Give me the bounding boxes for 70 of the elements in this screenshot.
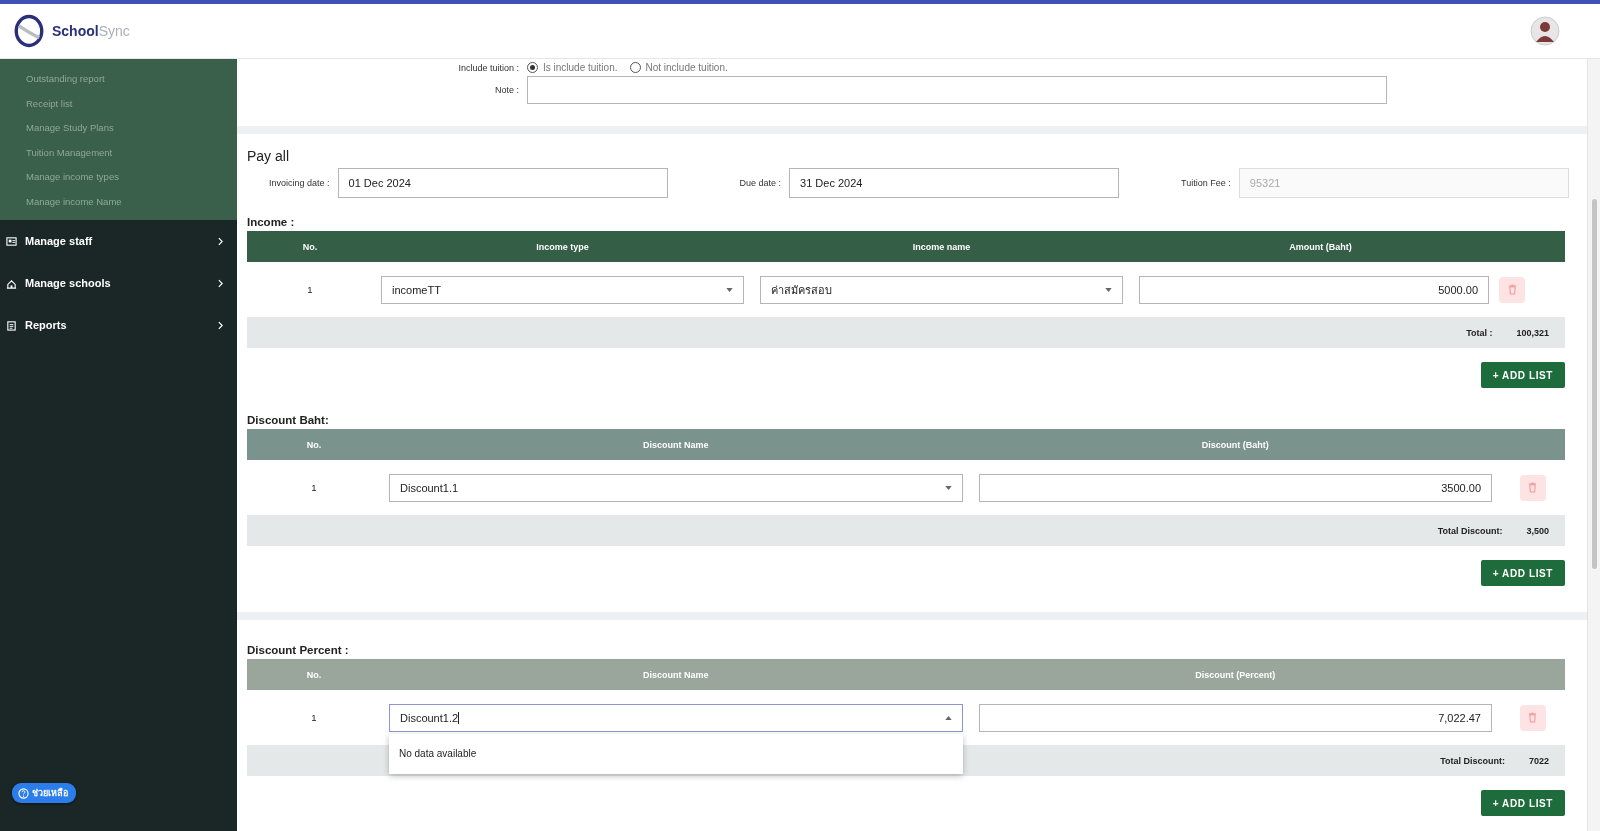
column-header: No. [305, 669, 323, 680]
trash-icon [1528, 712, 1537, 723]
field-label: Invoicing date : [268, 178, 331, 188]
field-label: Tuition Fee : [1180, 178, 1232, 188]
sidebar-item[interactable]: Manage schools [25, 277, 210, 289]
table-cell-text: 1 [310, 712, 318, 723]
table-cell-text: 1 [306, 284, 314, 295]
total-label: Total Discount: [1440, 755, 1505, 766]
chevron-icon [218, 320, 223, 330]
sidebar-item[interactable]: Manage staff [25, 235, 210, 247]
scrollbar[interactable] [1587, 59, 1600, 831]
building-icon [6, 277, 17, 289]
section-title: Income : [247, 216, 296, 228]
radio-label: Is include tuition. [543, 62, 618, 73]
section-title: Discount Baht: [247, 414, 330, 426]
delete-button[interactable] [1499, 276, 1525, 303]
delete-button[interactable] [1519, 474, 1546, 501]
radio-label: Not include tuition. [645, 62, 728, 73]
field-label: Due date : [738, 178, 783, 188]
menu-item[interactable]: No data available [399, 748, 477, 759]
field-label: Note : [494, 85, 520, 95]
total-label: Total : [1466, 327, 1493, 338]
add-list-button[interactable]: + ADD LIST [1480, 560, 1565, 586]
amount-field[interactable]: 3500.00 [978, 473, 1492, 502]
caret-icon [944, 715, 952, 720]
scrollbar-thumb[interactable] [1591, 199, 1597, 569]
help-icon [18, 787, 29, 799]
column-header: Discount Name [642, 669, 710, 680]
id-card-icon [6, 235, 17, 247]
help-button[interactable]: ช่วยเหลือ [12, 783, 76, 803]
column-header: Discount (Baht) [1200, 439, 1270, 450]
clipboard-icon [6, 319, 17, 331]
column-header: Discount Name [642, 439, 710, 450]
select-field[interactable]: Discount1.1 [389, 473, 963, 502]
column-header: No. [301, 241, 319, 252]
date-field[interactable]: 01 Dec 2024 [337, 168, 668, 198]
sidebar-item[interactable]: Reports [25, 319, 210, 331]
add-list-button[interactable]: + ADD LIST [1480, 790, 1565, 816]
logo-icon [12, 12, 46, 50]
select-field[interactable]: incomeTT [381, 275, 744, 304]
total-value: 3,500 [1526, 525, 1549, 536]
section-title: Discount Percent : [247, 644, 350, 656]
total-label: Total Discount: [1437, 525, 1503, 536]
date-field[interactable]: 31 Dec 2024 [789, 168, 1120, 198]
table-cell-text: 1 [310, 482, 318, 493]
caret-icon [944, 485, 952, 490]
trash-icon [1507, 284, 1517, 295]
note-field[interactable] [527, 76, 1387, 104]
avatar-icon[interactable] [1530, 16, 1560, 46]
total-value: 7022 [1528, 755, 1549, 766]
total-value: 100,321 [1516, 327, 1549, 338]
column-header: Income name [911, 241, 972, 252]
chevron-icon [218, 236, 223, 246]
column-header: No. [305, 439, 323, 450]
section-title: Pay all [247, 148, 291, 164]
chevron-icon [218, 278, 223, 288]
caret-icon [1105, 287, 1112, 292]
add-list-button[interactable]: + ADD LIST [1480, 362, 1565, 388]
amount-field[interactable]: 7,022.47 [978, 703, 1492, 732]
column-header: Discount (Percent) [1194, 669, 1277, 680]
select-field[interactable]: Discount1.2 [389, 703, 963, 732]
select-field[interactable]: ค่าสมัครสอบ [760, 275, 1123, 304]
column-header: Income type [535, 241, 590, 252]
trash-icon [1528, 482, 1537, 493]
amount-field[interactable]: 5000.00 [1139, 275, 1489, 304]
column-header: Amount (Baht) [1288, 241, 1353, 252]
logo-text: SchoolSync [52, 23, 130, 39]
delete-button[interactable] [1519, 704, 1546, 731]
field-label: Include tuition : [457, 62, 520, 73]
caret-icon [726, 287, 733, 292]
